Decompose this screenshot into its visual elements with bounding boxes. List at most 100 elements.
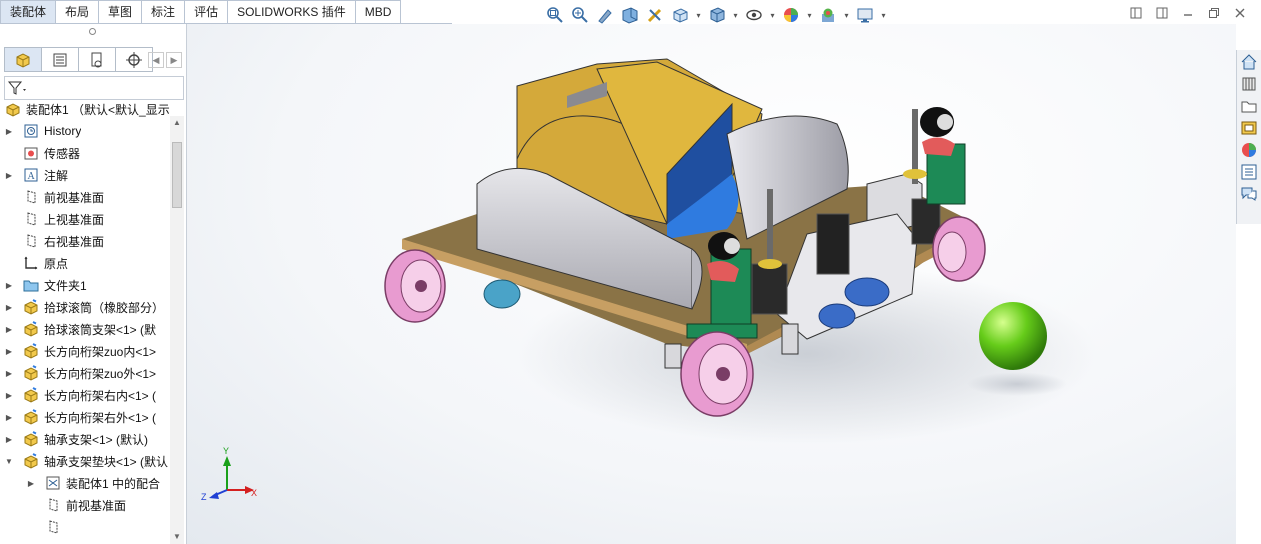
close-icon[interactable] [1233, 6, 1247, 20]
featuremanager-tab-icon[interactable] [4, 47, 42, 72]
tree-item[interactable]: 前视基准面 [0, 186, 170, 208]
tab-assembly[interactable]: 装配体 [0, 0, 57, 24]
previous-view-icon[interactable] [595, 6, 615, 24]
filter-icon[interactable] [7, 79, 31, 97]
tree-item[interactable]: ▶ 长方向桁架zuo内<1> [0, 340, 170, 362]
tree-item[interactable]: 原点 [0, 252, 170, 274]
command-manager-tabbar: 装配体 布局 草图 标注 评估 SOLIDWORKS 插件 MBD ▾ ▾ ▾ … [0, 0, 1261, 24]
green-ball[interactable] [979, 302, 1047, 370]
zoom-to-fit-icon[interactable] [545, 6, 565, 24]
tree-item-label: 文件夹1 [44, 278, 87, 293]
plane-icon [22, 232, 40, 250]
tree-item[interactable]: 前视基准面 [0, 494, 170, 516]
tree-item-label: 轴承支架垫块<1> (默认 [44, 454, 169, 469]
model-view: Y X Z [201, 58, 1097, 502]
tree-item[interactable]: 右视基准面 [0, 230, 170, 252]
hide-show-dropdown-icon[interactable]: ▾ [769, 6, 776, 24]
appearances-icon[interactable] [1239, 140, 1259, 160]
tree-item-label: 拾球滚筒支架<1> (默 [44, 322, 157, 337]
tree-item[interactable]: ▶ 长方向桁架右外<1> ( [0, 406, 170, 428]
display-style-dropdown-icon[interactable]: ▾ [732, 6, 739, 24]
view-orientation-icon[interactable] [670, 6, 690, 24]
restore-icon[interactable] [1207, 6, 1221, 20]
part-icon [22, 364, 40, 382]
forum-icon[interactable] [1239, 184, 1259, 204]
panel-left-icon[interactable] [1129, 6, 1143, 20]
view-orientation-dropdown-icon[interactable]: ▾ [695, 6, 702, 24]
apply-scene-icon[interactable] [818, 6, 838, 24]
tree-item[interactable]: ▶ 拾球滚筒支架<1> (默 [0, 318, 170, 340]
expand-arrow-icon[interactable]: ▶ [4, 391, 14, 400]
tab-mbd[interactable]: MBD [355, 0, 402, 24]
mates-icon [44, 474, 62, 492]
plane-icon [22, 188, 40, 206]
coordinate-triad: Y X Z [201, 446, 257, 502]
tab-markup[interactable]: 标注 [142, 0, 186, 24]
part-icon [22, 298, 40, 316]
tree-item[interactable]: ▶ 装配体1 中的配合 [0, 472, 170, 494]
tab-sketch[interactable]: 草图 [99, 0, 143, 24]
configurationmanager-tab-icon[interactable] [79, 47, 116, 72]
minimize-icon[interactable] [1181, 6, 1195, 20]
view-palette-icon[interactable] [1239, 118, 1259, 138]
part-icon [22, 320, 40, 338]
tree-item[interactable]: ▶ History [0, 120, 170, 142]
expand-arrow-icon[interactable]: ▶ [4, 171, 14, 180]
tab-layout[interactable]: 布局 [56, 0, 100, 24]
custom-properties-icon[interactable] [1239, 162, 1259, 182]
expand-arrow-icon[interactable]: ▶ [26, 479, 36, 488]
expand-arrow-icon[interactable]: ▶ [4, 303, 14, 312]
view-settings-icon[interactable] [855, 6, 875, 24]
panel-collapse-handle[interactable] [89, 28, 96, 35]
expand-arrow-icon[interactable]: ▶ [4, 369, 14, 378]
scroll-right-icon[interactable]: ▶ [166, 52, 182, 68]
scroll-up-icon[interactable]: ▲ [172, 118, 182, 128]
propertymanager-tab-icon[interactable] [42, 47, 79, 72]
apply-scene-dropdown-icon[interactable]: ▾ [843, 6, 850, 24]
expand-arrow-icon[interactable]: ▶ [4, 281, 14, 290]
tree-item[interactable]: ▶ 长方向桁架zuo外<1> [0, 362, 170, 384]
design-library-icon[interactable] [1239, 74, 1259, 94]
hide-show-icon[interactable] [744, 6, 764, 24]
filter-box[interactable] [4, 76, 184, 100]
section-view-icon[interactable] [620, 6, 640, 24]
expand-arrow-icon[interactable]: ▶ [4, 413, 14, 422]
expand-arrow-icon[interactable]: ▶ [4, 325, 14, 334]
tab-evaluate[interactable]: 评估 [185, 0, 229, 24]
zoom-to-area-icon[interactable] [570, 6, 590, 24]
tree-scrollbar[interactable]: ▲ ▼ [170, 116, 184, 544]
tree-item[interactable]: 上视基准面 [0, 208, 170, 230]
edit-appearance-dropdown-icon[interactable]: ▾ [806, 6, 813, 24]
graphics-area[interactable]: Y X Z [187, 24, 1236, 544]
scroll-thumb[interactable] [172, 142, 182, 208]
panel-right-icon[interactable] [1155, 6, 1169, 20]
tree-item[interactable]: ▼ 轴承支架垫块<1> (默认 [0, 450, 170, 472]
expand-arrow-icon[interactable]: ▶ [4, 127, 14, 136]
view-settings-dropdown-icon[interactable]: ▾ [880, 6, 887, 24]
tree-item[interactable]: ▶ 长方向桁架右内<1> ( [0, 384, 170, 406]
tree-item[interactable]: ▶ 文件夹1 [0, 274, 170, 296]
tree-item[interactable]: ▶ A 注解 [0, 164, 170, 186]
file-explorer-icon[interactable] [1239, 96, 1259, 116]
part-icon [22, 430, 40, 448]
scroll-down-icon[interactable]: ▼ [172, 532, 182, 542]
tree-item-label: 拾球滚筒（橡胶部分） [44, 300, 165, 315]
expand-arrow-icon[interactable]: ▶ [4, 347, 14, 356]
tree-item[interactable] [0, 516, 170, 538]
tree-item[interactable]: ▶ 轴承支架<1> (默认) [0, 428, 170, 450]
tree-item[interactable]: ▶ 拾球滚筒（橡胶部分） [0, 296, 170, 318]
resources-icon[interactable] [1239, 52, 1259, 72]
tree-item-label: 前视基准面 [44, 190, 105, 205]
expand-arrow-icon[interactable]: ▶ [4, 435, 14, 444]
collapse-arrow-icon[interactable]: ▼ [4, 457, 14, 466]
tree-item[interactable]: 传感器 [0, 142, 170, 164]
tree-item-label: 长方向桁架右外<1> ( [44, 410, 157, 425]
tab-solidworks-addins[interactable]: SOLIDWORKS 插件 [228, 0, 356, 24]
dynamic-annotation-icon[interactable] [645, 6, 665, 24]
edit-appearance-icon[interactable] [781, 6, 801, 24]
display-style-icon[interactable] [707, 6, 727, 24]
plane-icon [22, 210, 40, 228]
scroll-left-icon[interactable]: ◀ [148, 52, 164, 68]
tree-root[interactable]: 装配体1 （默认<默认_显示 [0, 98, 170, 120]
sensor-icon [22, 144, 40, 162]
